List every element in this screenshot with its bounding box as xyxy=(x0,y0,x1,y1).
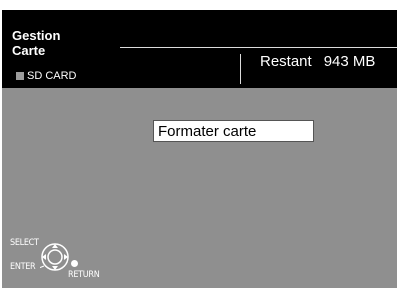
title-line-1: Gestion xyxy=(12,28,61,43)
page-title: Gestion Carte xyxy=(12,28,60,58)
screen: Gestion Carte SD CARD Restant 943 MB For… xyxy=(2,10,397,288)
joystick-icon[interactable] xyxy=(40,242,70,272)
card-type-indicator: SD CARD xyxy=(16,70,77,82)
card-type-label: SD CARD xyxy=(27,70,77,82)
return-button-icon[interactable] xyxy=(71,260,78,267)
remaining-space: Restant 943 MB xyxy=(260,53,375,70)
header-rule xyxy=(120,47,397,48)
menu-item-format-card[interactable]: Formater carte xyxy=(153,120,314,142)
title-line-2: Carte xyxy=(12,43,46,58)
header-divider xyxy=(240,54,241,84)
sd-card-icon xyxy=(16,72,24,80)
select-label: SELECT xyxy=(10,238,39,248)
enter-label: ENTER xyxy=(10,262,36,272)
remaining-value: 943 MB xyxy=(323,53,376,70)
return-label: RETURN xyxy=(68,270,100,280)
header-bar: Gestion Carte SD CARD Restant 943 MB xyxy=(2,10,397,88)
remaining-label: Restant xyxy=(260,53,312,70)
